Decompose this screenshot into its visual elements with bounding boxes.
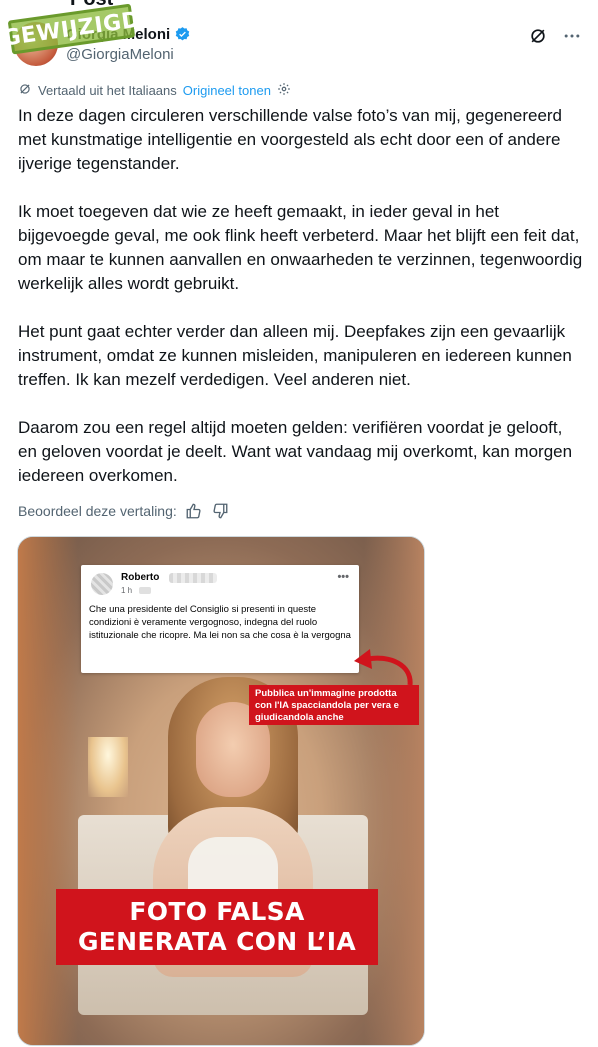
fb-post-time: 1 h	[121, 586, 133, 595]
banner-line-1: FOTO FALSA	[129, 897, 305, 926]
blurred-avatar	[91, 573, 113, 595]
fb-post-text: Che una presidente del Consiglio si pres…	[89, 604, 351, 641]
tweet-paragraph: Het punt gaat echter verder dan alleen m…	[18, 322, 572, 389]
fake-photo-banner: FOTO FALSA GENERATA CON L’IA	[56, 889, 378, 965]
image-background	[364, 537, 424, 1045]
stamp-text: GEWIJZIGD	[1, 7, 142, 52]
more-dots-icon[interactable]	[562, 26, 582, 46]
red-caption-box: Pubblica un'immagine prodotta con l'IA s…	[249, 685, 419, 725]
rate-translation: Beoordeel deze vertaling:	[18, 502, 229, 520]
tweet-text: In deze dagen circuleren verschillende v…	[18, 104, 584, 488]
image-background	[18, 537, 78, 1045]
tweet-paragraph: Ik moet toegeven dat wie ze heeft gemaak…	[18, 202, 583, 293]
verified-badge-icon	[174, 26, 191, 43]
attached-image[interactable]: Roberto 1 h ••• Che una presidente del C…	[17, 536, 425, 1046]
show-original-link[interactable]: Origineel tonen	[183, 83, 271, 98]
header-actions	[528, 26, 582, 46]
blurred-privacy-icon	[139, 587, 151, 594]
tweet-paragraph: Daarom zou een regel altijd moeten gelde…	[18, 418, 573, 485]
tweet-paragraph: In deze dagen circuleren verschillende v…	[18, 106, 563, 173]
blurred-surname	[169, 573, 217, 583]
thumbs-down-icon[interactable]	[211, 502, 229, 520]
gear-icon[interactable]	[277, 82, 291, 99]
thumbs-up-icon[interactable]	[185, 502, 203, 520]
translation-label: Vertaald uit het Italiaans	[38, 83, 177, 98]
rate-translation-label: Beoordeel deze vertaling:	[18, 503, 177, 519]
red-arrow-icon	[354, 649, 413, 686]
grok-icon[interactable]	[528, 26, 548, 46]
banner-line-2: GENERATA CON L’IA	[77, 927, 357, 956]
facebook-post-screenshot: Roberto 1 h ••• Che una presidente del C…	[81, 565, 359, 673]
lamp-shape	[88, 737, 128, 797]
translation-notice: Vertaald uit het Italiaans Origineel ton…	[18, 82, 291, 99]
fb-author-name: Roberto	[121, 572, 160, 583]
translate-icon	[18, 82, 32, 99]
more-dots-icon: •••	[337, 571, 349, 583]
